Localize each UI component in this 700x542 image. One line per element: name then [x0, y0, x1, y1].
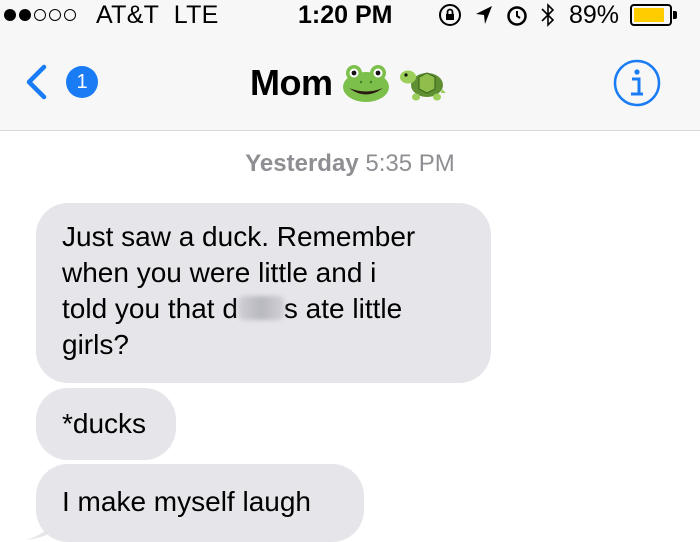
messages-screen: AT&T LTE 1:20 PM 89% 1 Mom Yesterday 5:3…	[0, 0, 700, 542]
status-icons	[438, 1, 556, 29]
message-line: girls?	[62, 329, 129, 360]
info-icon[interactable]	[612, 58, 662, 108]
nav-bar: 1 Mom	[0, 30, 700, 131]
status-clock: 1:20 PM	[298, 1, 393, 29]
message-bubble[interactable]: Just saw a duck. Remember when you were …	[36, 203, 491, 383]
censor-blur	[237, 296, 284, 320]
contact-title[interactable]: Mom	[250, 58, 447, 108]
message-line: when you were little and i	[62, 257, 377, 288]
location-arrow-icon	[476, 6, 492, 24]
chevron-left-icon	[26, 64, 47, 100]
alarm-icon	[507, 6, 527, 26]
battery-icon	[630, 4, 677, 26]
turtle-icon	[399, 70, 446, 101]
bubble-tail	[26, 508, 62, 540]
carrier-label: AT&T LTE	[96, 1, 219, 29]
message-text: *ducks	[62, 408, 147, 439]
signal-strength-icon	[4, 2, 76, 28]
contact-name: Mom	[250, 62, 333, 103]
message-bubble[interactable]: I make myself laugh	[36, 464, 364, 542]
bluetooth-icon	[541, 3, 555, 27]
status-bar: AT&T LTE 1:20 PM 89%	[0, 0, 700, 30]
message-line: told you that ds ate little	[62, 293, 403, 324]
conversation-timestamp: Yesterday 5:35 PM	[245, 150, 455, 177]
header: AT&T LTE 1:20 PM 89% 1 Mom	[0, 0, 700, 131]
unread-badge: 1	[66, 66, 98, 98]
battery-percent: 89%	[569, 1, 620, 29]
back-button[interactable]: 1	[24, 64, 104, 100]
message-line: Just saw a duck. Remember	[62, 221, 416, 252]
rotation-lock-icon	[439, 4, 461, 26]
message-text: I make myself laugh	[62, 486, 311, 517]
message-bubble[interactable]: *ducks	[36, 388, 176, 460]
frog-icon	[342, 65, 389, 102]
